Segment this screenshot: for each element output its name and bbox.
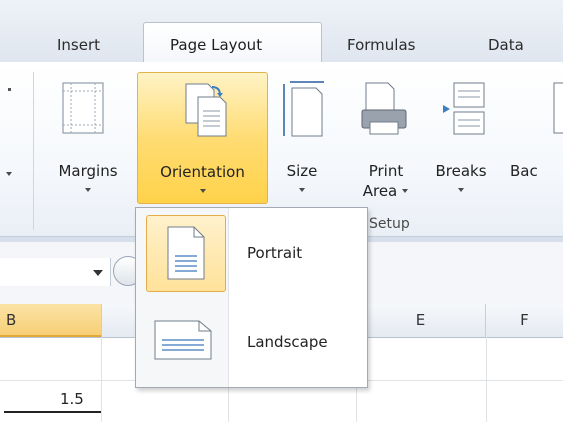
left-group-arrow-icon: [6, 172, 12, 176]
margins-dropdown-arrow-icon: [85, 188, 91, 192]
column-header-e-label: E: [415, 311, 426, 329]
name-box-dropdown-arrow-icon[interactable]: [93, 270, 103, 276]
tab-page-layout[interactable]: Page Layout: [143, 22, 322, 63]
tab-insert[interactable]: Insert: [57, 36, 100, 54]
size-icon: [283, 81, 324, 137]
print-area-dropdown-arrow-icon: [402, 189, 408, 193]
breaks-dropdown-arrow-icon: [458, 188, 464, 192]
tab-data[interactable]: Data: [488, 36, 524, 54]
margins-label: Margins: [58, 162, 118, 180]
size-button[interactable]: Size: [276, 72, 328, 204]
orientation-icon: [185, 83, 227, 137]
margins-icon: [62, 82, 104, 134]
print-area-label-line2: Area: [362, 182, 398, 200]
size-dropdown-arrow-icon: [299, 188, 305, 192]
group-divider: [33, 72, 34, 230]
orientation-dropdown-arrow-icon: [200, 189, 206, 193]
portrait-label: Portrait: [247, 244, 303, 262]
orientation-button[interactable]: Orientation: [137, 72, 268, 204]
size-label: Size: [286, 162, 318, 180]
portrait-page-icon: [167, 226, 205, 280]
background-icon: [553, 82, 563, 134]
landscape-page-icon: [154, 320, 212, 360]
breaks-label: Breaks: [435, 162, 487, 180]
print-area-button[interactable]: Print Area: [356, 72, 416, 204]
cell-b-value[interactable]: 1.5: [60, 390, 84, 408]
left-group-dot-icon: [8, 88, 11, 91]
column-header-b[interactable]: B: [0, 304, 102, 337]
column-header-f-label: F: [520, 311, 529, 329]
breaks-button[interactable]: Breaks: [426, 72, 496, 204]
orientation-menu: Portrait Landscape: [135, 207, 368, 388]
tab-formulas[interactable]: Formulas: [347, 36, 415, 54]
column-header-f[interactable]: F: [486, 304, 563, 337]
background-button[interactable]: Bac: [508, 72, 563, 204]
cell-b-bottom-border: [4, 411, 101, 413]
print-area-label-line1: Print: [368, 162, 404, 180]
margins-button[interactable]: Margins: [40, 72, 136, 204]
breaks-icon: [443, 82, 485, 135]
column-header-e[interactable]: E: [356, 304, 486, 337]
orientation-label: Orientation: [160, 163, 245, 181]
menu-item-portrait[interactable]: Portrait: [136, 208, 367, 298]
landscape-label: Landscape: [247, 333, 328, 351]
column-header-b-label: B: [6, 311, 17, 329]
background-label: Bac: [510, 162, 538, 180]
print-area-icon: [361, 82, 407, 135]
tab-page-layout-label: Page Layout: [170, 36, 263, 54]
column-gridline: [486, 337, 487, 422]
page-setup-group-label: Setup: [369, 216, 410, 232]
menu-item-landscape[interactable]: Landscape: [136, 300, 367, 387]
column-gridline: [101, 337, 102, 422]
